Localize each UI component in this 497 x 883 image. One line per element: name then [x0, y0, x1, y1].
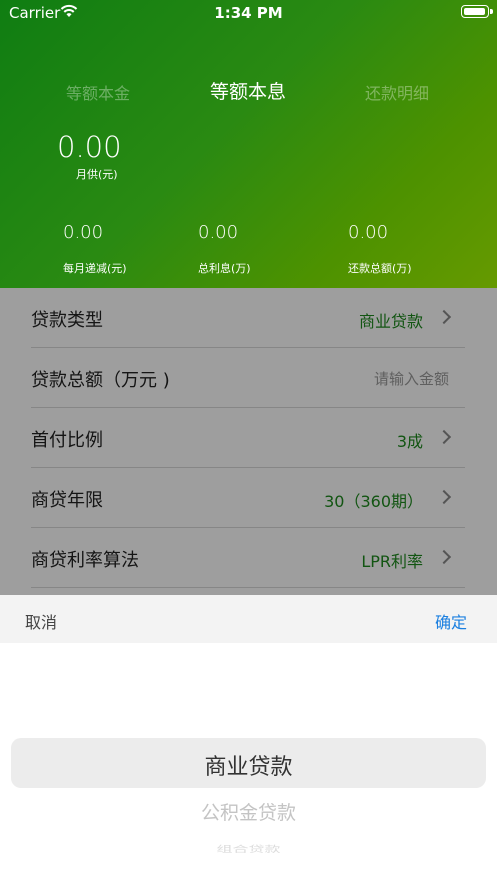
cancel-button[interactable]: 取消 — [25, 609, 57, 633]
loan-form: 贷款类型 商业贷款 贷款总额（万元 ) 请输入金额 首付比例 3成 商贷年限 3… — [0, 288, 497, 595]
picker-toolbar: 取消 确定 — [0, 595, 497, 643]
picker-option-provident-fund[interactable]: 公积金贷款 — [0, 798, 497, 825]
clock: 1:34 PM — [214, 4, 283, 22]
confirm-button[interactable]: 确定 — [435, 609, 467, 633]
chevron-right-icon — [436, 549, 452, 565]
loan-type-label: 贷款类型 — [31, 310, 103, 331]
loan-term-value: 30（360期） — [324, 492, 423, 511]
down-payment-label: 首付比例 — [31, 430, 103, 451]
tab-repayment-detail[interactable]: 还款明细 — [327, 80, 467, 104]
total-repayment-value: 0.00 — [348, 222, 389, 243]
down-payment-value: 3成 — [396, 432, 423, 451]
status-bar: Carrier 1:34 PM — [0, 0, 497, 26]
picker-option-combined[interactable]: 组合贷款 — [0, 841, 497, 854]
tab-equal-installment[interactable]: 等额本息 — [178, 77, 318, 104]
monthly-payment-value: 0.00 — [57, 130, 122, 164]
rate-method-value: LPR利率 — [361, 552, 423, 571]
loan-amount-input[interactable]: 请输入金额 — [374, 368, 449, 389]
summary-header: Carrier 1:34 PM 等额本金 等额本息 还款明细 0.00 月供(元… — [0, 0, 497, 288]
tab-equal-principal[interactable]: 等额本金 — [28, 80, 168, 104]
battery-icon — [461, 5, 493, 18]
rate-method-row[interactable]: 商贷利率算法 LPR利率 — [31, 528, 465, 588]
loan-type-picker[interactable]: 商业贷款 公积金贷款 组合贷款 — [0, 643, 497, 883]
loan-type-value: 商业贷款 — [358, 312, 423, 331]
loan-term-row[interactable]: 商贷年限 30（360期） — [31, 468, 465, 528]
calc-mode-tabs: 等额本金 等额本息 还款明细 — [0, 80, 497, 110]
total-interest-value: 0.00 — [198, 222, 239, 243]
rate-method-label: 商贷利率算法 — [31, 550, 139, 571]
down-payment-row[interactable]: 首付比例 3成 — [31, 408, 465, 468]
loan-amount-row[interactable]: 贷款总额（万元 ) 请输入金额 — [31, 348, 465, 408]
loan-amount-label: 贷款总额（万元 ) — [31, 370, 170, 391]
chevron-right-icon — [436, 309, 452, 325]
total-interest-label: 总利息(万) — [198, 262, 251, 275]
loan-term-label: 商贷年限 — [31, 490, 103, 511]
monthly-decrease-value: 0.00 — [63, 222, 104, 243]
chevron-right-icon — [436, 489, 452, 505]
picker-option-commercial[interactable]: 商业贷款 — [0, 749, 497, 781]
loan-type-row[interactable]: 贷款类型 商业贷款 — [31, 288, 465, 348]
chevron-right-icon — [436, 429, 452, 445]
total-repayment-label: 还款总额(万) — [348, 262, 412, 275]
monthly-payment-label: 月供(元) — [76, 168, 118, 181]
monthly-decrease-label: 每月递减(元) — [63, 262, 127, 275]
